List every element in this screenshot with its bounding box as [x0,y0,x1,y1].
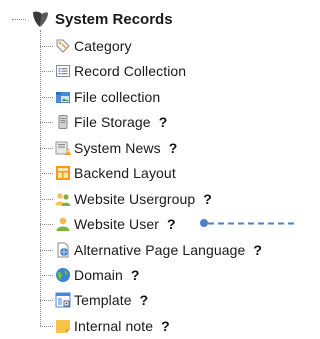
item-guide-line [40,46,53,47]
tree-item-website-usergroup[interactable]: Website Usergroup ? [55,189,212,209]
page-language-icon [55,242,71,258]
system-records-tree: System Records Category Record Collectio… [0,0,295,334]
file-collection-icon [55,89,71,105]
help-icon[interactable]: ? [159,114,168,130]
item-guide-line [40,275,53,276]
item-label: Domain [74,267,123,283]
item-label: Internal note [74,318,154,334]
root-label: System Records [55,10,173,28]
tree-item-alternative-page-language[interactable]: Alternative Page Language ? [55,240,262,260]
tree-item-domain[interactable]: Domain ? [55,265,139,285]
domain-globe-icon [55,267,71,283]
item-guide-line [40,122,53,123]
tree-item-system-news[interactable]: System News ? [55,138,177,158]
internal-note-icon [55,318,71,334]
tree-item-website-user[interactable]: Website User ? [55,214,176,234]
help-icon[interactable]: ? [167,216,176,232]
tree-item-record-collection[interactable]: Record Collection [55,61,186,81]
system-news-icon [55,140,71,156]
item-guide-line [40,250,53,251]
item-label: Category [74,38,132,54]
website-usergroup-icon [55,191,71,207]
typo3-logo-icon [30,9,50,29]
item-label: File Storage [74,114,151,130]
tree-item-file-storage[interactable]: File Storage ? [55,112,167,132]
backend-layout-icon [55,165,71,181]
template-icon [55,292,71,308]
annotation-connector [200,219,295,227]
tree-root-system-records[interactable]: System Records [30,9,173,29]
item-label: System News [74,140,161,156]
tree-item-file-collection[interactable]: File collection [55,87,160,107]
item-label: Template [74,292,132,308]
item-guide-line [40,148,53,149]
tree-item-template[interactable]: Template ? [55,290,148,310]
website-user-icon [55,216,71,232]
item-label: Website User [74,216,159,232]
tree-item-backend-layout[interactable]: Backend Layout [55,163,176,183]
item-guide-line [40,326,53,327]
item-guide-line [40,173,53,174]
item-guide-line [40,97,53,98]
record-collection-icon [55,63,71,79]
item-label: Website Usergroup [74,191,196,207]
tree-item-internal-note[interactable]: Internal note ? [55,316,170,336]
tree-guide-vertical [40,30,41,326]
item-guide-line [40,300,53,301]
item-label: Backend Layout [74,165,176,181]
help-icon[interactable]: ? [140,292,149,308]
help-icon[interactable]: ? [253,242,262,258]
item-label: Alternative Page Language [74,242,246,258]
category-tag-icon [55,38,71,54]
item-guide-line [40,199,53,200]
help-icon[interactable]: ? [131,267,140,283]
item-guide-line [40,224,53,225]
item-label: Record Collection [74,63,187,79]
help-icon[interactable]: ? [161,318,170,334]
help-icon[interactable]: ? [169,140,178,156]
root-guide-line [12,19,26,20]
item-label: File collection [74,89,161,105]
file-storage-icon [55,114,71,130]
help-icon[interactable]: ? [203,191,212,207]
tree-item-category[interactable]: Category [55,36,132,56]
item-guide-line [40,71,53,72]
